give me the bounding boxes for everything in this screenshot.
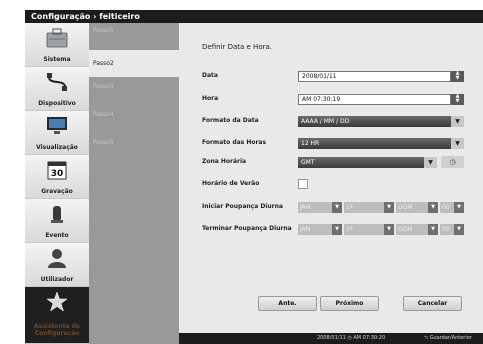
dst-start-week[interactable]: 1ª ▼ — [344, 202, 394, 213]
dst-end-label: Terminar Poupança Diurna — [202, 225, 292, 232]
chevron-down-icon: ▼ — [424, 157, 437, 168]
app-window: Configuração › feiticeiro Sistema Dispos… — [0, 0, 483, 344]
chevron-down-icon: ▼ — [384, 202, 394, 213]
chevron-down-icon: ▼ — [332, 202, 342, 213]
step-item[interactable]: Passo5 — [89, 135, 179, 162]
time-format-label: Formato das Horas — [202, 139, 267, 146]
time-format-select[interactable]: 12 HR ▼ — [298, 138, 464, 149]
chevron-down-icon: ▼ — [454, 202, 464, 213]
svg-text:30: 30 — [51, 169, 64, 179]
chevron-down-icon: ▼ — [451, 138, 464, 149]
alarm-icon — [45, 203, 69, 225]
nav-item-evento[interactable]: Evento — [25, 199, 89, 243]
time-label: Hora — [202, 95, 219, 102]
date-label: Data — [202, 72, 218, 79]
date-format-label: Formato da Data — [202, 117, 259, 124]
select-value: 00 — [442, 226, 450, 233]
left-margin — [0, 10, 25, 344]
main-panel — [179, 23, 483, 333]
step-item[interactable]: Passo1 — [89, 23, 179, 50]
cancel-button[interactable]: Cancelar — [403, 296, 462, 311]
select-value: DOM — [398, 226, 413, 233]
select-value: 1ª — [346, 226, 353, 233]
dst-end-week[interactable]: 1ª ▼ — [344, 224, 394, 235]
select-value: 00 — [442, 204, 450, 211]
nav-label: Dispositivo — [38, 100, 76, 107]
nav-item-visualizacao[interactable]: Visualização — [25, 111, 89, 155]
dst-end-hour[interactable]: 00 ▼ — [440, 224, 464, 235]
timezone-select[interactable]: GMT ▼ — [298, 157, 437, 168]
user-icon — [45, 247, 69, 269]
nav-item-gravacao[interactable]: 30 Gravação — [25, 155, 89, 199]
status-bar: 2008/01/11 ◷ AM 07:30:20 ⮌ Guardar/Anter… — [179, 333, 483, 344]
cable-icon — [45, 71, 69, 93]
chevron-down-icon: ▼ — [454, 224, 464, 235]
monitor-icon — [45, 115, 69, 137]
nav-label: Assistente de Configuração — [33, 323, 80, 337]
dst-end-month[interactable]: JAN ▼ — [298, 224, 342, 235]
dst-start-month[interactable]: JAN ▼ — [298, 202, 342, 213]
date-field[interactable]: 2008/01/11 — [298, 71, 451, 82]
timezone-map-button[interactable]: ◷ — [441, 156, 464, 168]
select-value: JAN — [300, 204, 311, 211]
calendar-30-icon: 30 — [45, 159, 69, 181]
select-value: GMT — [301, 159, 315, 166]
date-spinner[interactable]: ▲ ▼ — [451, 71, 464, 82]
select-value: 1ª — [346, 204, 353, 211]
time-spinner[interactable]: ▲ ▼ — [451, 94, 464, 105]
nav-label: Visualização — [36, 144, 78, 151]
nav-label: Evento — [45, 232, 69, 239]
clock-icon: ◷ — [449, 158, 456, 166]
nav-item-utilizador[interactable]: Utilizador — [25, 243, 89, 287]
dst-end-day[interactable]: DOM ▼ — [396, 224, 438, 235]
select-value: DOM — [398, 204, 413, 211]
select-value: AAAA / MM / DD — [301, 118, 350, 125]
spin-down-icon: ▼ — [455, 75, 460, 81]
nav-item-dispositivo[interactable]: Dispositivo — [25, 67, 89, 111]
dst-label: Horário de Verão — [202, 180, 260, 187]
chevron-down-icon: ▼ — [332, 224, 342, 235]
dst-start-hour[interactable]: 00 ▼ — [440, 202, 464, 213]
save-previous-label: Guardar/Anterior — [429, 335, 472, 341]
select-value: JAN — [300, 226, 311, 233]
timezone-label: Zona Horária — [202, 158, 247, 165]
chevron-down-icon: ▼ — [451, 116, 464, 127]
previous-button[interactable]: Ante. — [258, 296, 317, 311]
nav-item-sistema[interactable]: Sistema — [25, 23, 89, 67]
return-arrow-icon: ⮌ — [424, 335, 429, 341]
nav-item-assistente[interactable]: Assistente de Configuração — [25, 287, 89, 344]
spin-down-icon: ▼ — [455, 98, 460, 104]
step-item[interactable]: Passo4 — [89, 107, 179, 134]
step-item[interactable]: Passo3 — [89, 79, 179, 106]
toolbox-icon — [45, 27, 69, 49]
section-heading: Definir Data e Hora. — [202, 43, 272, 51]
nav-label: Gravação — [41, 188, 73, 195]
step-item-active[interactable]: Passo2 — [89, 50, 179, 77]
window-title: Configuração › feiticeiro — [25, 10, 483, 23]
save-previous-link[interactable]: ⮌ Guardar/Anterior — [424, 333, 472, 344]
chevron-down-icon: ▼ — [428, 202, 438, 213]
chevron-down-icon: ▼ — [428, 224, 438, 235]
nav-label: Sistema — [43, 56, 71, 63]
dst-checkbox[interactable] — [298, 179, 308, 189]
next-button[interactable]: Próximo — [320, 296, 379, 311]
category-sidebar: Sistema Dispositivo Visualização 30 Grav… — [25, 23, 89, 344]
date-format-select[interactable]: AAAA / MM / DD ▼ — [298, 116, 464, 127]
clock-readout: 2008/01/11 ◷ AM 07:30:20 — [317, 335, 386, 341]
wizard-steps: Passo1 Passo2 Passo3 Passo4 Passo5 — [89, 23, 179, 344]
dst-start-day[interactable]: DOM ▼ — [396, 202, 438, 213]
nav-label: Utilizador — [40, 276, 74, 283]
time-field[interactable]: AM 07:30:19 — [298, 94, 451, 105]
wizard-icon — [45, 291, 69, 313]
chevron-down-icon: ▼ — [384, 224, 394, 235]
dst-start-label: Iniciar Poupança Diurna — [202, 203, 283, 210]
top-margin — [0, 0, 483, 10]
select-value: 12 HR — [301, 140, 320, 147]
